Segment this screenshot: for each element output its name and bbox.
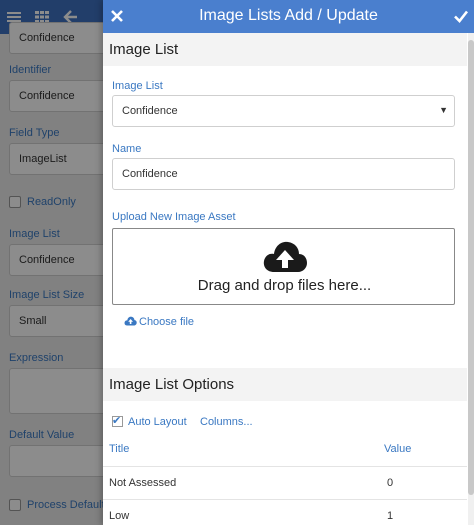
name-label: Name bbox=[112, 143, 142, 155]
dropzone-text: Drag and drop files here... bbox=[197, 277, 372, 294]
choose-file-label: Choose file bbox=[139, 316, 195, 328]
row-value: 1 bbox=[387, 510, 394, 522]
name-input[interactable]: Confidence bbox=[112, 158, 455, 190]
close-icon[interactable] bbox=[109, 8, 125, 24]
table-header-value: Value bbox=[384, 443, 412, 455]
dialog-body: Image List Image List Confidence ▼ Name … bbox=[103, 33, 474, 525]
image-list-select-value: Confidence bbox=[122, 105, 178, 117]
cloud-upload-icon bbox=[262, 240, 308, 274]
section-image-list-heading: Image List bbox=[103, 33, 467, 66]
image-lists-dialog: Image Lists Add / Update Image List Imag… bbox=[103, 0, 474, 525]
auto-layout-checkbox[interactable]: ✔ bbox=[112, 415, 123, 427]
columns-link[interactable]: Columns... bbox=[200, 416, 253, 428]
checkmark-small-icon: ✔ bbox=[112, 415, 122, 427]
table-header-title: Title bbox=[109, 443, 130, 455]
dropdown-arrow-icon: ▼ bbox=[439, 105, 448, 115]
file-dropzone[interactable]: Drag and drop files here... bbox=[112, 228, 455, 305]
table-row[interactable]: Not Assessed 0 bbox=[103, 466, 467, 499]
scrollbar-thumb[interactable] bbox=[468, 40, 474, 495]
row-value: 0 bbox=[387, 477, 394, 489]
row-title: Low bbox=[109, 510, 130, 522]
row-title: Not Assessed bbox=[109, 477, 177, 489]
checkmark-icon[interactable] bbox=[453, 8, 469, 24]
dialog-header: Image Lists Add / Update bbox=[103, 0, 474, 33]
upload-label: Upload New Image Asset bbox=[112, 211, 236, 223]
section-options-heading: Image List Options bbox=[103, 368, 467, 401]
dialog-title: Image Lists Add / Update bbox=[199, 7, 378, 24]
cloud-upload-small-icon bbox=[124, 316, 137, 326]
choose-file-button[interactable]: Choose file bbox=[124, 316, 194, 328]
auto-layout-label: Auto Layout bbox=[128, 416, 187, 428]
table-row[interactable]: Low 1 bbox=[103, 499, 467, 525]
image-list-label: Image List bbox=[112, 80, 163, 92]
image-list-select[interactable]: Confidence ▼ bbox=[112, 95, 455, 127]
